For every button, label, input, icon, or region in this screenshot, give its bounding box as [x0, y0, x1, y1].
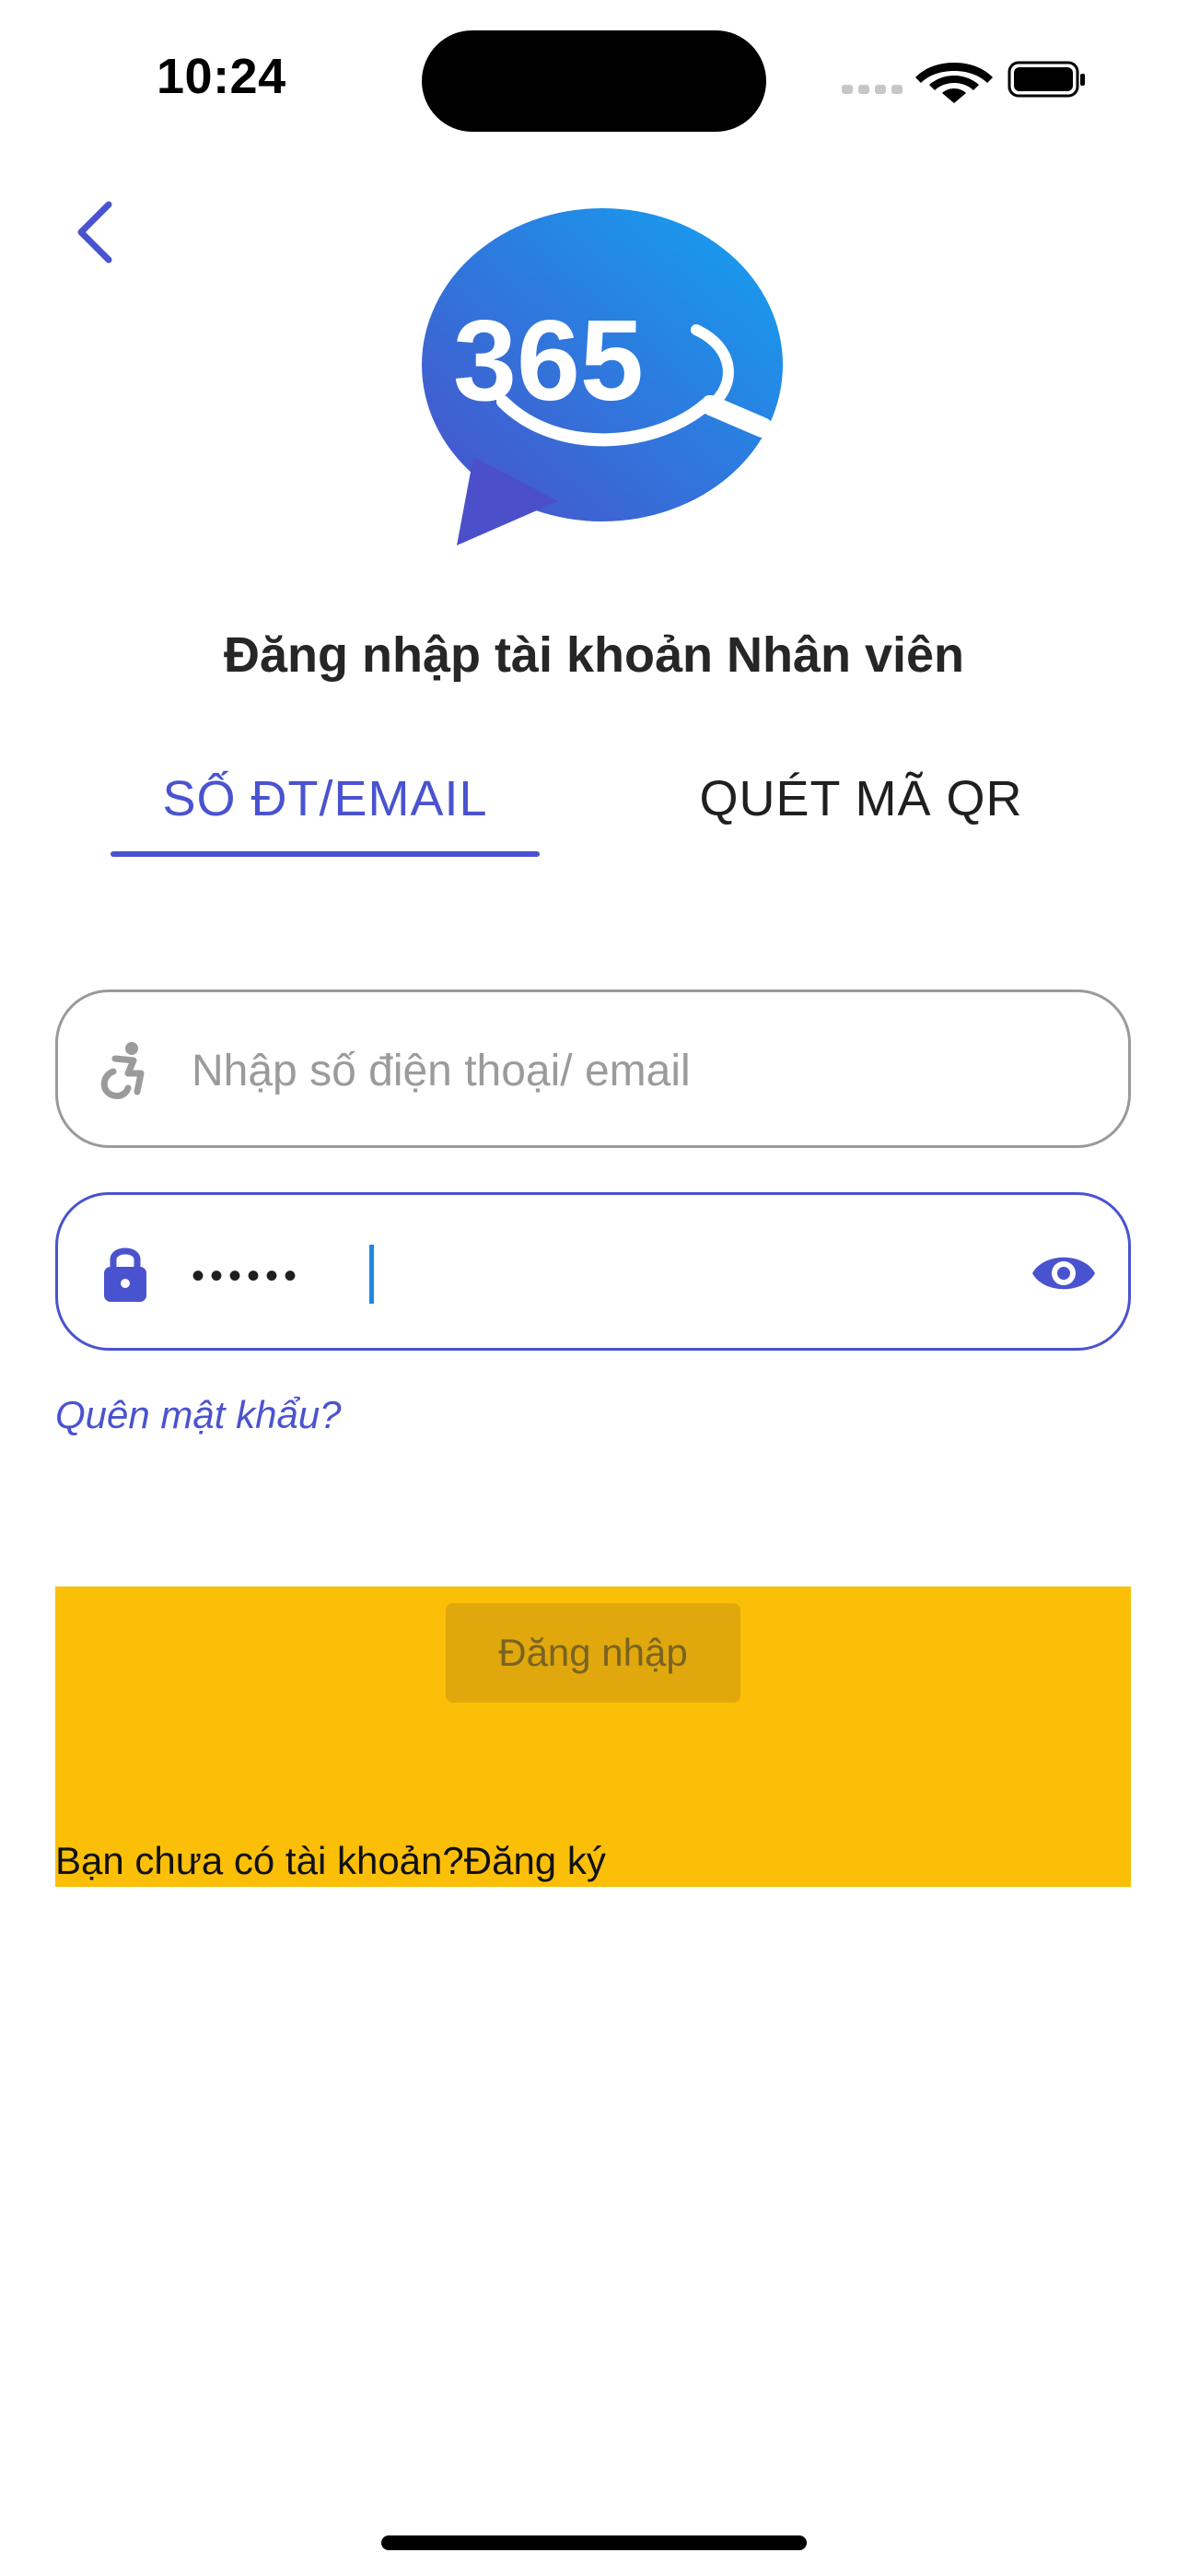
phone-email-input[interactable] — [192, 1029, 1048, 1112]
logo-text: 365 — [453, 298, 644, 425]
phone-email-field[interactable] — [55, 989, 1131, 1148]
toggle-password-visibility-button[interactable] — [1027, 1241, 1101, 1306]
tab-phone-email[interactable]: SỐ ĐT/EMAIL — [111, 770, 540, 862]
dynamic-island — [422, 30, 766, 132]
status-time: 10:24 — [157, 49, 286, 104]
password-field[interactable]: •••••• — [55, 1192, 1131, 1351]
forgot-password-link[interactable]: Quên mật khẩu? — [55, 1393, 342, 1437]
back-button[interactable] — [57, 184, 140, 276]
active-tab-indicator — [111, 851, 540, 857]
status-indicators — [838, 57, 1087, 103]
wifi-icon — [915, 63, 993, 103]
accessibility-icon — [100, 1042, 145, 1099]
page-title: Đăng nhập tài khoản Nhân viên — [223, 627, 965, 683]
text-caret — [369, 1245, 374, 1304]
tab-scan-qr[interactable]: QUÉT MÃ QR — [645, 770, 1077, 862]
chevron-left-icon — [77, 201, 112, 263]
battery-icon — [1007, 61, 1085, 98]
register-link[interactable]: Đăng ký — [464, 1839, 606, 1882]
lock-icon — [104, 1247, 146, 1302]
eye-icon — [1032, 1257, 1095, 1290]
password-input[interactable]: •••••• — [192, 1248, 302, 1304]
login-button[interactable]: Đăng nhập — [446, 1603, 740, 1703]
signal-icon — [842, 85, 903, 94]
app-logo: 365 — [420, 208, 783, 547]
no-account-text: Bạn chưa có tài khoản? — [55, 1839, 464, 1882]
home-indicator — [381, 2535, 807, 2550]
register-prompt: Bạn chưa có tài khoản?Đăng ký — [55, 1839, 606, 1883]
